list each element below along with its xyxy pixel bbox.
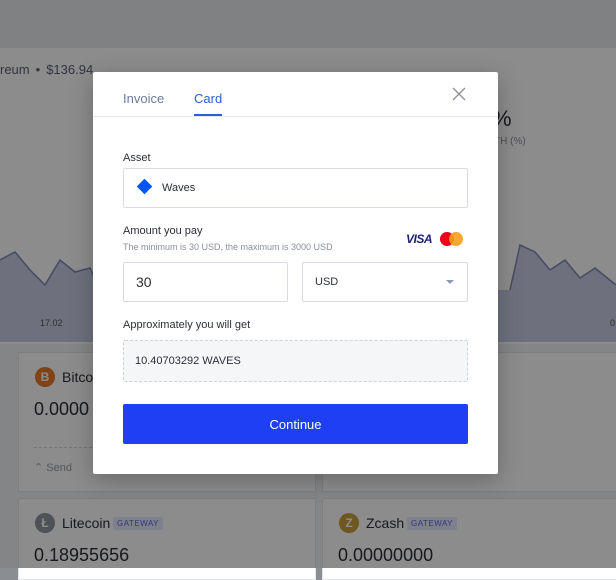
- mastercard-icon: [440, 232, 464, 246]
- result-label: Approximately you will get: [123, 319, 251, 331]
- chevron-down-icon: [446, 280, 454, 284]
- result-field: 10.40703292 WAVES: [123, 340, 468, 382]
- tab-card[interactable]: Card: [194, 91, 223, 116]
- asset-select[interactable]: Waves: [123, 168, 468, 208]
- close-icon[interactable]: [451, 86, 467, 102]
- amount-input[interactable]: 30: [123, 262, 288, 302]
- dialog-tabs: Invoice Card: [93, 72, 498, 117]
- result-value: 10.40703292 WAVES: [135, 355, 241, 367]
- amount-hint: The minimum is 30 USD, the maximum is 30…: [123, 242, 333, 252]
- card-payment-dialog: Invoice Card Asset Waves Amount you pay …: [93, 72, 498, 474]
- waves-icon: [136, 178, 153, 195]
- asset-value: Waves: [162, 182, 196, 194]
- currency-value: USD: [315, 276, 339, 288]
- asset-label: Asset: [123, 152, 151, 164]
- visa-icon: VISA: [406, 232, 433, 246]
- continue-button[interactable]: Continue: [123, 404, 468, 444]
- tab-invoice[interactable]: Invoice: [123, 91, 164, 114]
- currency-select[interactable]: USD: [302, 262, 468, 302]
- amount-label: Amount you pay: [123, 225, 203, 237]
